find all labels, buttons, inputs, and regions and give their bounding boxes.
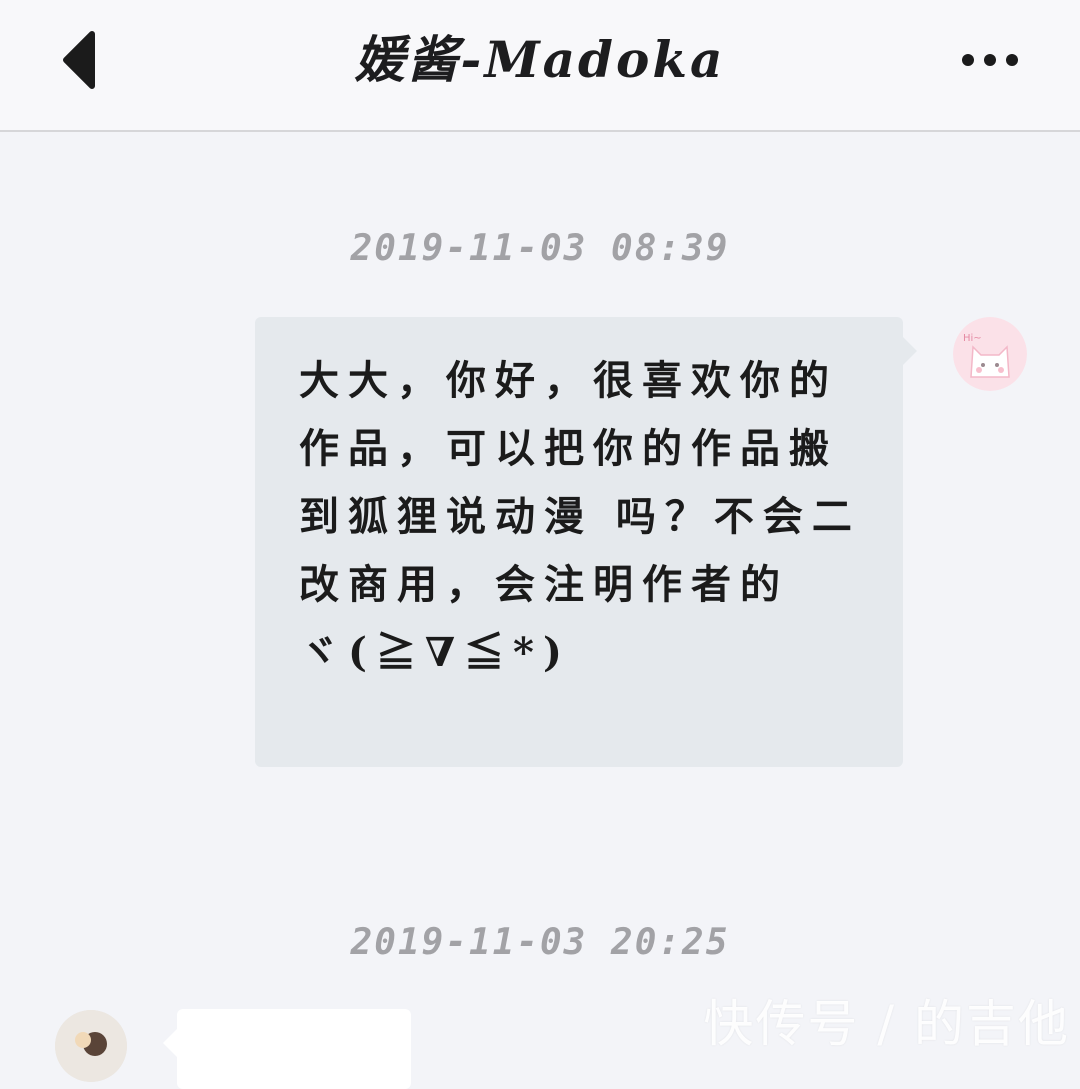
- chat-header: 媛酱-Madoka: [0, 0, 1080, 132]
- cat-avatar-icon: Hi~: [953, 317, 1027, 391]
- more-button[interactable]: [956, 42, 1024, 78]
- svg-text:Hi~: Hi~: [963, 333, 982, 344]
- message-timestamp: 2019-11-03 20:25: [350, 922, 730, 963]
- bubble-tail: [903, 337, 917, 365]
- outgoing-message-bubble[interactable]: 大大，你好，很喜欢你的作品，可以把你的作品搬到狐狸说动漫 吗？不会二改商用，会注…: [255, 317, 917, 767]
- avatar[interactable]: Hi~: [953, 317, 1027, 391]
- watermark: 快传号 / 的吉他: [703, 995, 1070, 1053]
- message-timestamp: 2019-11-03 08:39: [350, 228, 730, 269]
- avatar[interactable]: [55, 1010, 127, 1082]
- incoming-message-bubble[interactable]: [163, 1009, 411, 1089]
- more-horizontal-icon: [962, 54, 1018, 66]
- chat-title: 媛酱-Madoka: [354, 30, 726, 89]
- message-text: 大大，你好，很喜欢你的作品，可以把你的作品搬到狐狸说动漫 吗？不会二改商用，会注…: [299, 357, 861, 676]
- user-avatar-icon: [55, 1010, 127, 1082]
- bubble-tail: [163, 1029, 177, 1057]
